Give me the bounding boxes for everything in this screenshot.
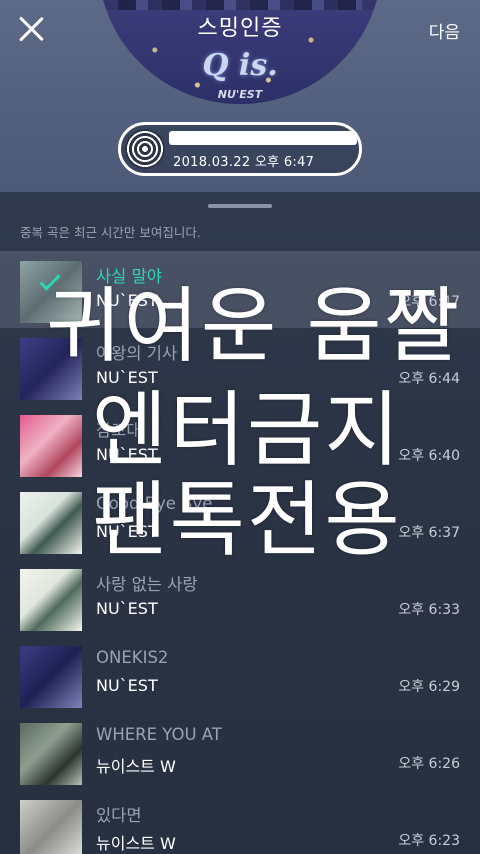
song-artist: NU`EST: [96, 522, 158, 541]
list-item[interactable]: 사랑 없는 사랑 NU`EST 오후 6:33: [0, 559, 480, 636]
play-time: 오후 6:33: [398, 602, 460, 618]
song-artist: NU`EST: [96, 368, 158, 387]
album-thumbnail: [20, 646, 82, 708]
certification-badge: 2018.03.22 오후 6:47: [118, 122, 362, 176]
song-title: 여왕의 기사: [96, 344, 178, 363]
song-title: Good Bye Bye: [96, 494, 213, 513]
song-artist: NU`EST: [96, 445, 158, 464]
album-thumbnail: [20, 492, 82, 554]
play-time: 오후 6:47: [398, 294, 460, 310]
song-list: 사실 말야 NU`EST 오후 6:47 여왕의 기사 NU`EST 오후 6:…: [0, 251, 480, 854]
cover-title: 스밍인증: [197, 16, 283, 41]
list-item[interactable]: 여왕의 기사 NU`EST 오후 6:44: [0, 328, 480, 405]
list-item[interactable]: 있다면 뉴이스트 W 오후 6:23: [0, 790, 480, 854]
notice-text: 중복 곡은 최근 시간만 보여집니다.: [20, 225, 201, 240]
song-artist: NU`EST: [96, 676, 158, 695]
album-thumbnail: [20, 569, 82, 631]
song-artist: 뉴이스트 W: [96, 834, 176, 853]
play-time: 오후 6:23: [398, 833, 460, 849]
cert-date: 2018.03.22 오후 6:47: [173, 155, 315, 170]
album-thumbnail: [20, 338, 82, 400]
cover-logo: Q is.: [202, 48, 278, 83]
list-item[interactable]: 잠꼬대 NU`EST 오후 6:40: [0, 405, 480, 482]
play-time: 오후 6:26: [398, 756, 460, 772]
play-time: 오후 6:37: [398, 525, 460, 541]
play-time: 오후 6:40: [398, 448, 460, 464]
list-item[interactable]: 사실 말야 NU`EST 오후 6:47: [0, 251, 480, 328]
close-icon[interactable]: [18, 16, 44, 42]
list-item[interactable]: Good Bye Bye NU`EST 오후 6:37: [0, 482, 480, 559]
play-time: 오후 6:29: [398, 679, 460, 695]
cover-brand: NU'EST: [217, 88, 263, 101]
album-thumbnail: [20, 800, 82, 854]
header: 스밍인증 Q is. NU'EST 다음 2018.03.22 오후 6:47: [0, 0, 480, 192]
album-thumbnail: [20, 415, 82, 477]
play-time: 오후 6:44: [398, 371, 460, 387]
next-button[interactable]: 다음: [429, 18, 460, 43]
history-sheet: 중복 곡은 최근 시간만 보여집니다. 사실 말야 NU`EST 오후 6:47…: [0, 192, 480, 854]
song-title: 사랑 없는 사랑: [96, 575, 198, 594]
song-title: 있다면: [96, 806, 142, 825]
list-item[interactable]: ONEKIS2 NU`EST 오후 6:29: [0, 636, 480, 713]
song-title: ONEKIS2: [96, 648, 169, 667]
song-title: 잠꼬대: [96, 421, 142, 440]
drag-handle[interactable]: [208, 204, 272, 208]
song-artist: NU`EST: [96, 599, 158, 618]
disc-icon: [125, 129, 165, 169]
song-title: WHERE YOU AT: [96, 725, 222, 744]
song-title: 사실 말야: [96, 267, 162, 286]
list-item[interactable]: WHERE YOU AT 뉴이스트 W 오후 6:26: [0, 713, 480, 790]
song-artist: NU`EST: [96, 291, 158, 310]
redacted-bar: [169, 131, 357, 145]
album-thumbnail: [20, 723, 82, 785]
song-artist: 뉴이스트 W: [96, 757, 176, 776]
